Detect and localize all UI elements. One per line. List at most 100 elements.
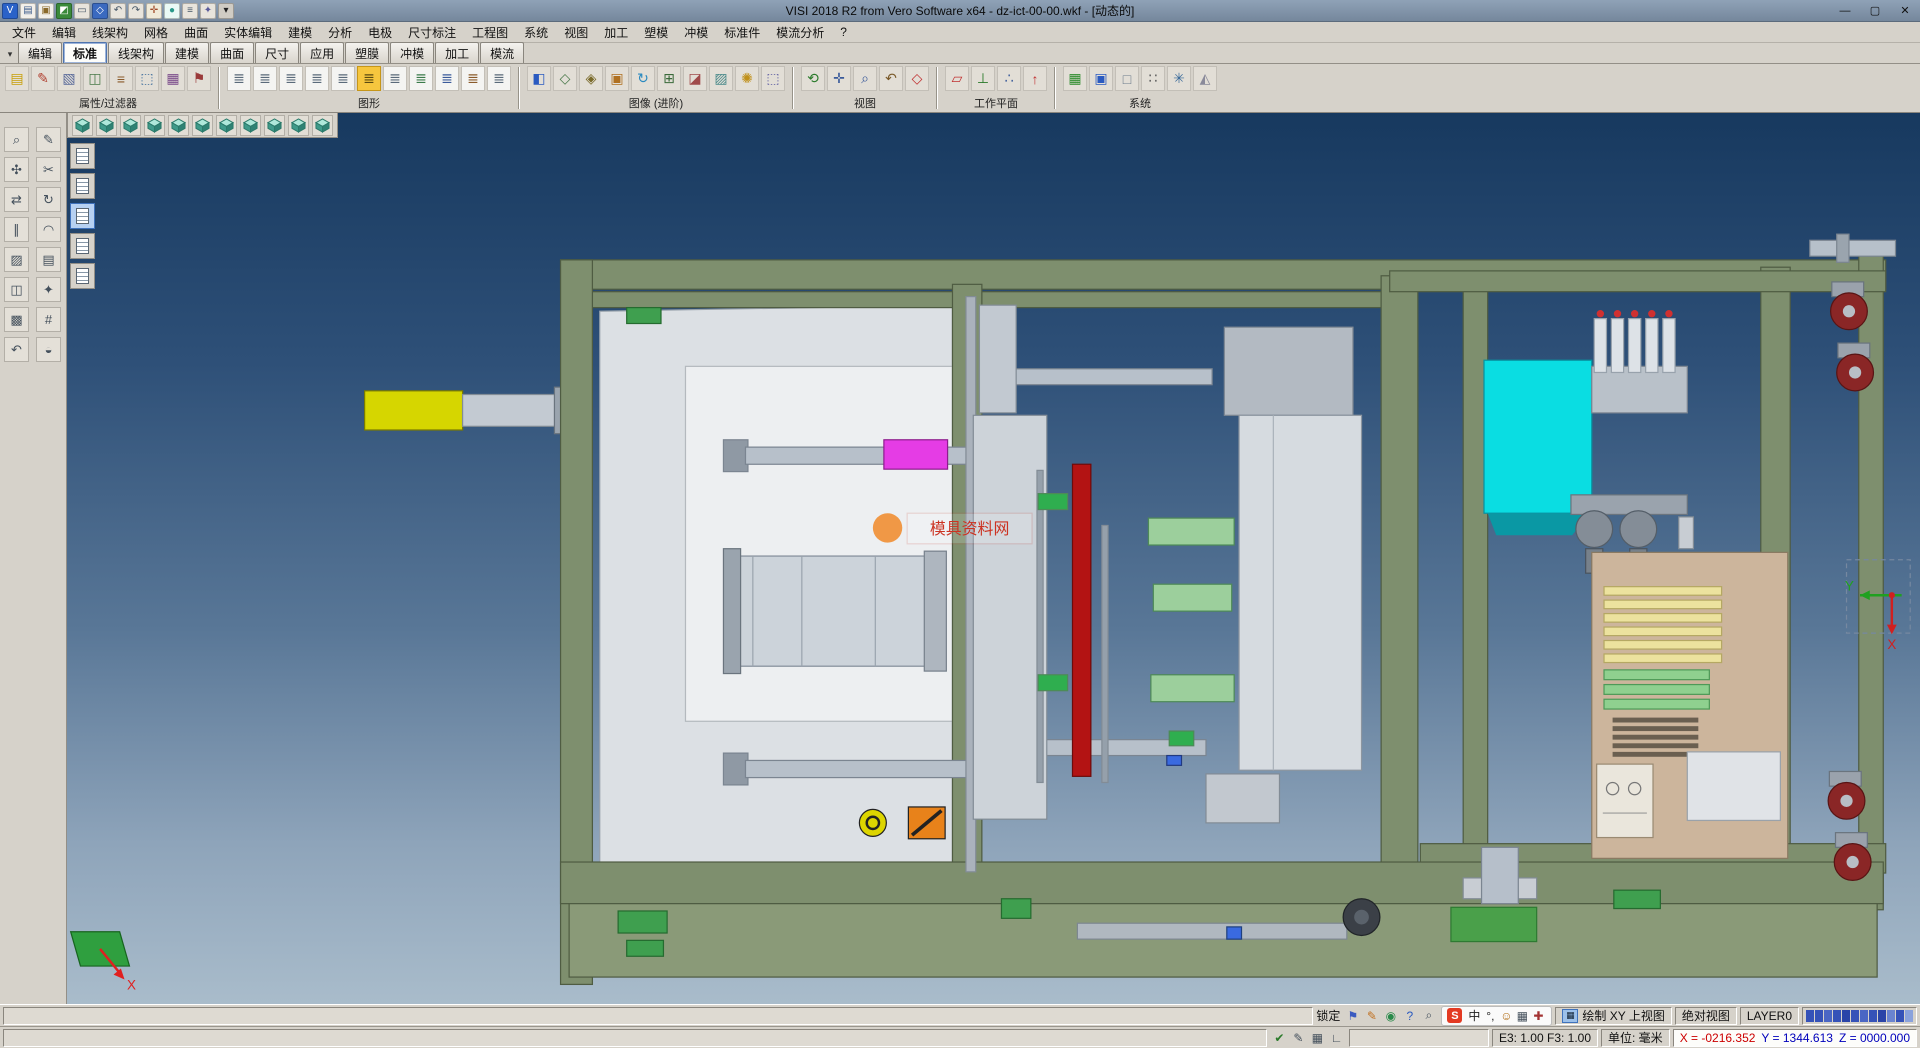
app-icon[interactable]: V (2, 3, 18, 19)
minimize-button[interactable]: — (1830, 0, 1860, 21)
settings-icon[interactable]: ✦ (200, 3, 216, 19)
print-icon[interactable]: ▭ (74, 3, 90, 19)
view-bottom-icon[interactable] (120, 115, 141, 136)
workplane-xy-icon[interactable]: ▱ (945, 66, 969, 91)
tab-die[interactable]: 冲模 (390, 42, 434, 63)
filter-element-icon[interactable]: ⬚ (135, 66, 159, 91)
flag-icon[interactable]: ⚑ (1343, 1007, 1362, 1025)
view-iso-ne-icon[interactable] (240, 115, 261, 136)
ime-toolbox-icon[interactable]: ✚ (1530, 1007, 1546, 1025)
new-doc-icon[interactable]: ▤ (20, 3, 36, 19)
move-icon[interactable]: ✣ (4, 157, 29, 182)
fillet-icon[interactable]: ◠ (36, 217, 61, 242)
save-icon[interactable]: ◩ (56, 3, 72, 19)
view-previous-icon[interactable]: ↶ (879, 66, 903, 91)
system-dots-icon[interactable]: ∷ (1141, 66, 1165, 91)
3d-viewport[interactable]: 模具资料网 Y X X (67, 113, 1920, 1004)
magnifier-icon[interactable]: ⌕ (1419, 1007, 1438, 1025)
tab-dimension[interactable]: 尺寸 (255, 42, 299, 63)
ime-emoji-icon[interactable]: ☺ (1498, 1007, 1514, 1025)
grid-snap-icon[interactable]: ▦ (1308, 1029, 1327, 1047)
qat-dropdown-icon[interactable]: ▾ (218, 3, 234, 19)
sogou-logo-icon[interactable]: S (1447, 1008, 1462, 1023)
capture-icon[interactable]: ⬚ (761, 66, 785, 91)
pick-filter-icon[interactable]: ✔ (1270, 1029, 1289, 1047)
wireframe-view-icon[interactable]: ◇ (553, 66, 577, 91)
zoom-window-icon[interactable]: ⌕ (4, 127, 29, 152)
hidden-line-icon[interactable]: ◈ (579, 66, 603, 91)
view-back-icon[interactable] (168, 115, 189, 136)
zoom-fit-icon[interactable]: ⊞ (657, 66, 681, 91)
view-rotate-icon[interactable]: ⟲ (801, 66, 825, 91)
snapshot-1-icon[interactable] (70, 143, 95, 169)
tab-surface[interactable]: 曲面 (210, 42, 254, 63)
hatch-icon[interactable]: ▩ (4, 307, 29, 332)
view-left-icon[interactable] (192, 115, 213, 136)
view-iso-sw-icon[interactable] (312, 115, 333, 136)
workplane-normal-icon[interactable]: ↑ (1023, 66, 1047, 91)
shaded-view-icon[interactable]: ◧ (527, 66, 551, 91)
view-top-icon[interactable] (96, 115, 117, 136)
graphics-info-icon[interactable]: ≣ (461, 66, 485, 91)
graphics-close-icon[interactable]: ≣ (331, 66, 355, 91)
system-pyramid-icon[interactable]: ◭ (1193, 66, 1217, 91)
menu-mold[interactable]: 塑模 (636, 22, 676, 43)
system-grid-icon[interactable]: ▦ (1063, 66, 1087, 91)
snapshot-4-icon[interactable] (70, 233, 95, 259)
menu-analysis[interactable]: 分析 (320, 22, 360, 43)
graphics-import-icon[interactable]: ≣ (383, 66, 407, 91)
active-layer-cell[interactable]: LAYER0 (1740, 1007, 1799, 1025)
layer-color-strip[interactable] (1802, 1007, 1917, 1025)
draw-mode-icon[interactable]: ✎ (1289, 1029, 1308, 1047)
snapshot-2-icon[interactable] (70, 173, 95, 199)
texture-icon[interactable]: ▨ (709, 66, 733, 91)
menu-die[interactable]: 冲模 (676, 22, 716, 43)
menu-dimension[interactable]: 尺寸标注 (400, 22, 464, 43)
attribute-layer-icon[interactable]: ▤ (5, 66, 29, 91)
ime-lang-icon[interactable]: 中 (1466, 1007, 1482, 1025)
undo-step-icon[interactable]: ↶ (4, 337, 29, 362)
maximize-button[interactable]: ▢ (1860, 0, 1890, 21)
menu-standard-parts[interactable]: 标准件 (716, 22, 768, 43)
menu-system[interactable]: 系统 (516, 22, 556, 43)
trim-icon[interactable]: ✂ (36, 157, 61, 182)
menu-wireframe[interactable]: 线架构 (84, 22, 136, 43)
menu-edit[interactable]: 编辑 (44, 22, 84, 43)
shield-icon[interactable]: ◉ (1381, 1007, 1400, 1025)
tab-moldflow[interactable]: 模流 (480, 42, 524, 63)
stamp-icon[interactable]: ✦ (36, 277, 61, 302)
menu-electrode[interactable]: 电极 (360, 22, 400, 43)
menu-drafting[interactable]: 工程图 (464, 22, 516, 43)
layer-icon[interactable]: ▤ (36, 247, 61, 272)
redo-icon[interactable]: ↷ (128, 3, 144, 19)
workplane-3pt-icon[interactable]: ∴ (997, 66, 1021, 91)
system-monitor-icon[interactable]: ▣ (1089, 66, 1113, 91)
pen-icon[interactable]: ✎ (1362, 1007, 1381, 1025)
menu-machining[interactable]: 加工 (596, 22, 636, 43)
attribute-paint-icon[interactable]: ✎ (31, 66, 55, 91)
filter-flag-icon[interactable]: ⚑ (187, 66, 211, 91)
workplane-align-icon[interactable]: ⊥ (971, 66, 995, 91)
ime-keyboard-icon[interactable]: ▦ (1514, 1007, 1530, 1025)
open-file-icon[interactable]: ▣ (38, 3, 54, 19)
view-plane-icon[interactable] (72, 115, 93, 136)
section-view-icon[interactable]: ◪ (683, 66, 707, 91)
menu-modeling[interactable]: 建模 (280, 22, 320, 43)
menu-view[interactable]: 视图 (556, 22, 596, 43)
close-button[interactable]: ✕ (1890, 0, 1920, 21)
view-front-icon[interactable] (144, 115, 165, 136)
view-right-icon[interactable] (216, 115, 237, 136)
graphics-print-icon[interactable]: ≣ (435, 66, 459, 91)
tab-edit[interactable]: 编辑 (18, 42, 62, 63)
machine-3d-model[interactable]: 模具资料网 Y X X (67, 113, 1920, 1004)
tab-mold[interactable]: 塑膜 (345, 42, 389, 63)
edit-point-icon[interactable]: ✎ (36, 127, 61, 152)
rotate-icon[interactable]: ↻ (36, 187, 61, 212)
sphere-icon[interactable]: ● (164, 3, 180, 19)
view-iso-nw-icon[interactable] (264, 115, 285, 136)
graphics-recent-icon[interactable]: ≣ (487, 66, 511, 91)
menu-surface[interactable]: 曲面 (176, 22, 216, 43)
system-blank-icon[interactable]: □ (1115, 66, 1139, 91)
lighting-icon[interactable]: ✺ (735, 66, 759, 91)
tab-standard[interactable]: 标准 (63, 42, 107, 63)
